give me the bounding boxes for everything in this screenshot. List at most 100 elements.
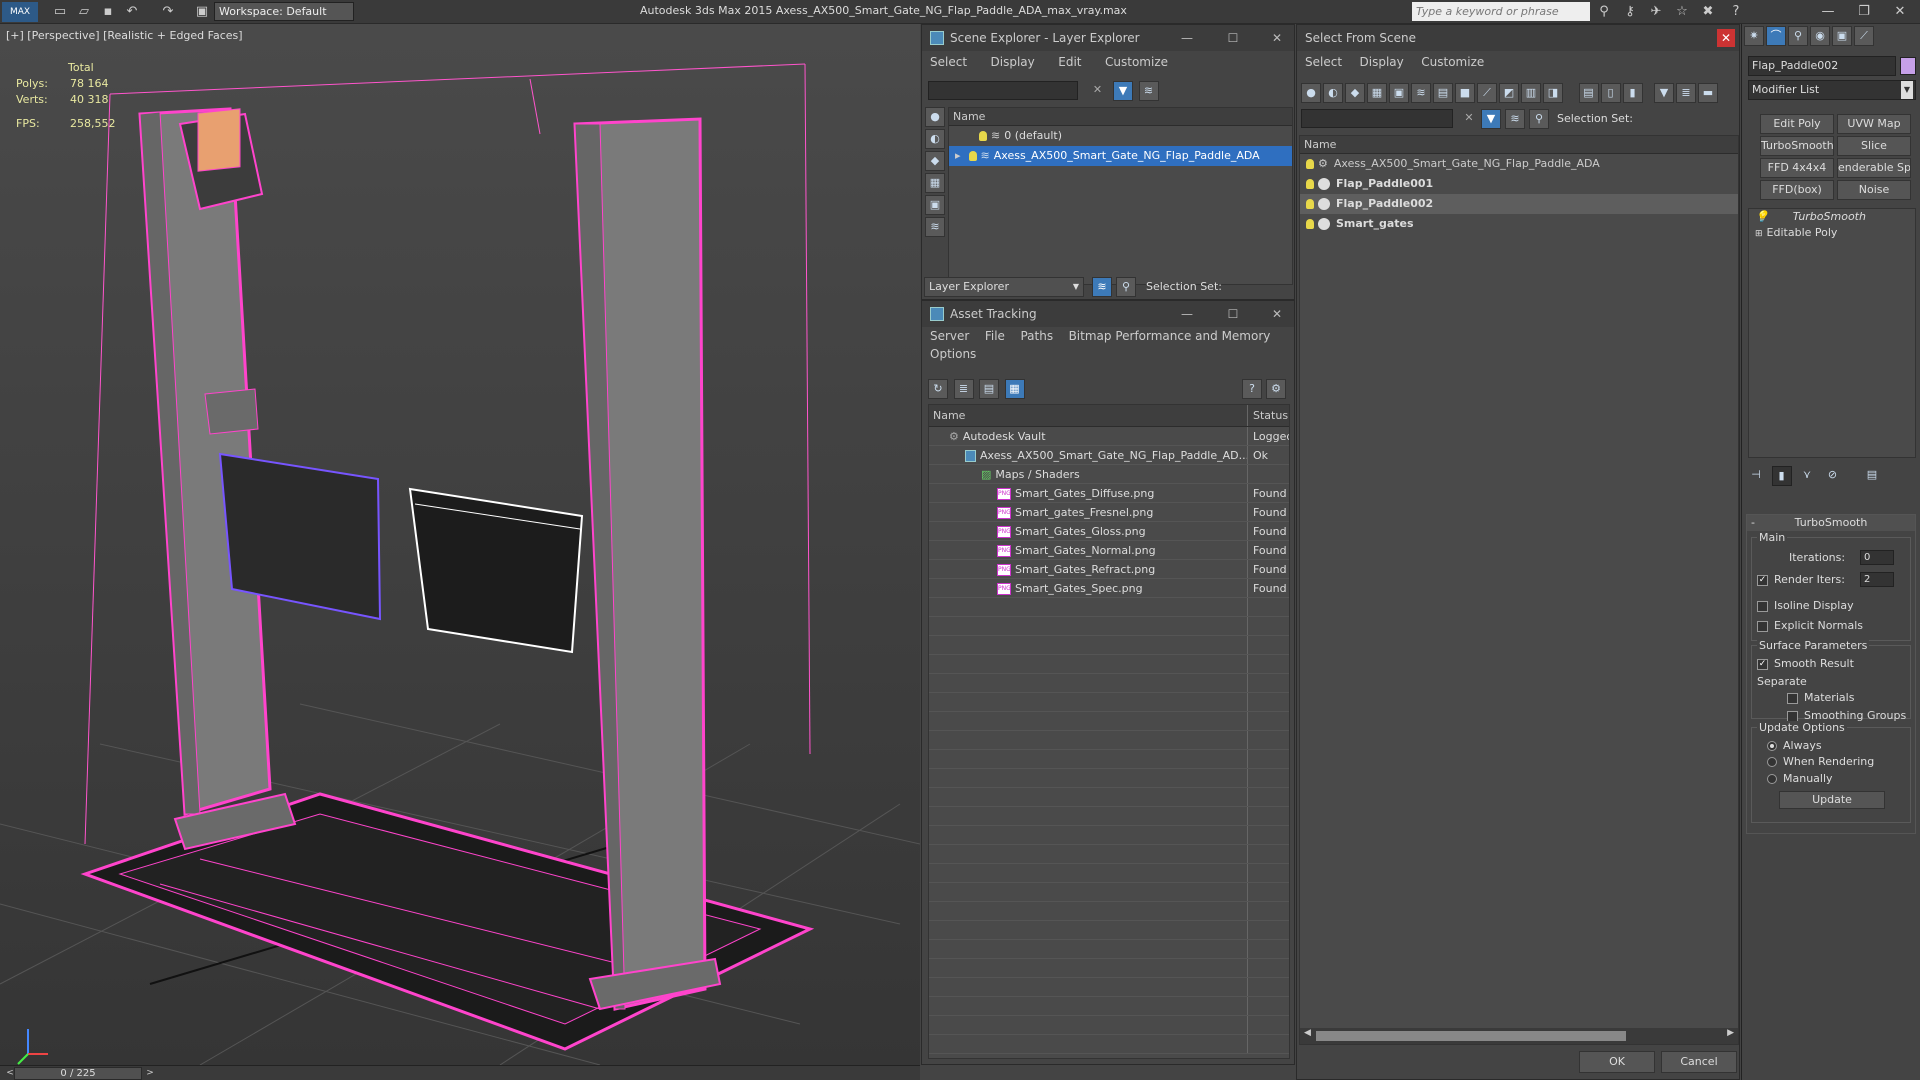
- update-button[interactable]: Update: [1779, 791, 1885, 809]
- renderable-spline-button[interactable]: enderable Splin: [1837, 158, 1911, 178]
- manually-radio[interactable]: [1767, 774, 1777, 784]
- scroll-left-icon[interactable]: ◀: [1304, 1028, 1311, 1038]
- binoculars-icon[interactable]: ⚲: [1594, 2, 1614, 22]
- display-shapes-icon[interactable]: ◐: [925, 129, 945, 149]
- select-none-icon[interactable]: ▯: [1600, 83, 1621, 103]
- materials-checkbox[interactable]: [1787, 692, 1798, 704]
- new-file-icon[interactable]: ▭: [50, 2, 70, 22]
- perspective-viewport[interactable]: [+] [Perspective] [Realistic + Edged Fac…: [0, 24, 920, 1065]
- filter-cameras-icon[interactable]: ▦: [1367, 83, 1387, 103]
- select-search-input[interactable]: [1301, 109, 1453, 128]
- layer-row-axess[interactable]: ▸ ≋ Axess_AX500_Smart_Gate_NG_Flap_Paddle_…: [949, 146, 1292, 166]
- smooth-result-row[interactable]: ✓ Smooth Result: [1757, 657, 1854, 670]
- render-iters-spinner[interactable]: 2: [1860, 572, 1894, 587]
- close-icon[interactable]: ✕: [1717, 29, 1735, 47]
- menu-display[interactable]: Display: [991, 55, 1035, 69]
- key-icon[interactable]: ⚷: [1620, 2, 1640, 22]
- menu-file[interactable]: File: [985, 329, 1005, 343]
- menu-select[interactable]: Select: [1305, 55, 1342, 69]
- scroll-right-icon[interactable]: ▶: [1727, 1028, 1734, 1038]
- explicit-normals-row[interactable]: Explicit Normals: [1757, 619, 1863, 632]
- explicit-normals-checkbox[interactable]: [1757, 620, 1768, 632]
- timeline-next-icon[interactable]: >: [140, 1063, 160, 1080]
- display-helpers-icon[interactable]: ▣: [925, 195, 945, 215]
- menu-select[interactable]: Select: [930, 55, 967, 69]
- list-view-icon[interactable]: ≣: [953, 379, 974, 399]
- layers-icon[interactable]: ≋: [1505, 109, 1525, 129]
- filter-helpers-icon[interactable]: ▣: [1389, 83, 1409, 103]
- redo-icon[interactable]: ↷: [158, 2, 178, 22]
- ffd-4x4x4-button[interactable]: FFD 4x4x4: [1760, 158, 1834, 178]
- asset-row[interactable]: PNG Smart_Gates_Diffuse.png Found: [929, 484, 1289, 503]
- object-row[interactable]: ⚙ Axess_AX500_Smart_Gate_NG_Flap_Paddle_A…: [1300, 154, 1738, 174]
- configure-sets-icon[interactable]: ▤: [1862, 466, 1882, 486]
- filter-geometry-icon[interactable]: ●: [1301, 83, 1321, 103]
- modify-tab-icon[interactable]: ⌒: [1766, 26, 1786, 46]
- show-end-result-icon[interactable]: ▮: [1771, 466, 1792, 486]
- layer-row-default[interactable]: ≋ 0 (default): [949, 126, 1292, 146]
- explorer-type-dropdown[interactable]: Layer Explorer ▼: [924, 277, 1084, 297]
- star-icon[interactable]: ☆: [1672, 2, 1692, 22]
- search-input[interactable]: Type a keyword or phrase: [1412, 2, 1590, 21]
- filter-containers-icon[interactable]: ◩: [1499, 83, 1519, 103]
- display-spacewarps-icon[interactable]: ≋: [925, 217, 945, 237]
- isoline-display-checkbox[interactable]: [1757, 600, 1768, 612]
- slice-button[interactable]: Slice: [1837, 136, 1911, 156]
- asset-row[interactable]: ⚙ Autodesk Vault Logged: [929, 427, 1289, 446]
- table-view-icon[interactable]: ▦: [1004, 379, 1025, 399]
- sync-selection-icon[interactable]: ≋: [1138, 81, 1159, 101]
- minimize-icon[interactable]: —: [1172, 25, 1202, 51]
- select-from-scene-title[interactable]: Select From Scene ✕: [1297, 25, 1739, 51]
- asset-row[interactable]: ▨ Maps / Shaders: [929, 465, 1289, 484]
- filter-shapes-icon[interactable]: ◐: [1323, 83, 1343, 103]
- workspace-dropdown[interactable]: Workspace: Default: [214, 2, 354, 21]
- menu-bitmap-performance[interactable]: Bitmap Performance and Memory: [1069, 329, 1271, 343]
- close-icon[interactable]: ✕: [1882, 0, 1918, 24]
- exchange-icon[interactable]: ✖: [1698, 2, 1718, 22]
- refresh-icon[interactable]: ↻: [928, 379, 948, 399]
- filter-icon[interactable]: ▼: [1481, 109, 1501, 129]
- menu-server[interactable]: Server: [930, 329, 969, 343]
- stack-item-editable-poly[interactable]: ⊞ Editable Poly: [1749, 225, 1915, 241]
- rollout-header[interactable]: - TurboSmooth: [1747, 515, 1915, 531]
- restore-icon[interactable]: ❐: [1846, 0, 1882, 24]
- menu-options[interactable]: Options: [930, 347, 976, 361]
- when-rendering-radio[interactable]: [1767, 757, 1777, 767]
- maximize-icon[interactable]: ☐: [1218, 301, 1248, 327]
- edit-poly-button[interactable]: Edit Poly: [1760, 114, 1834, 134]
- smooth-result-checkbox[interactable]: ✓: [1757, 658, 1768, 670]
- hierarchy-icon[interactable]: ≣: [1676, 83, 1696, 103]
- filter-funnel-icon[interactable]: ▼: [1654, 83, 1674, 103]
- hierarchy-icon[interactable]: ⚲: [1116, 277, 1136, 297]
- always-row[interactable]: Always: [1767, 739, 1822, 752]
- col-status[interactable]: Status: [1253, 405, 1288, 427]
- save-icon[interactable]: ▪: [98, 2, 118, 22]
- menu-customize[interactable]: Customize: [1421, 55, 1484, 69]
- filter-xrefs-icon[interactable]: ■: [1455, 83, 1475, 103]
- minimize-icon[interactable]: —: [1172, 301, 1202, 327]
- close-icon[interactable]: ✕: [1262, 301, 1292, 327]
- lightbulb-icon[interactable]: [968, 151, 977, 161]
- select-invert-icon[interactable]: ▮: [1622, 83, 1643, 103]
- display-cameras-icon[interactable]: ▦: [925, 173, 945, 193]
- lightbulb-icon[interactable]: 💡: [1755, 210, 1769, 223]
- layer-list-header[interactable]: Name: [949, 108, 1292, 126]
- time-slider[interactable]: 0 / 225: [14, 1067, 142, 1080]
- object-row[interactable]: Smart_gates: [1300, 214, 1738, 234]
- menu-edit[interactable]: Edit: [1058, 55, 1081, 69]
- when-rendering-row[interactable]: When Rendering: [1767, 755, 1874, 768]
- hierarchy-icon[interactable]: ⚲: [1529, 109, 1549, 129]
- ok-button[interactable]: OK: [1579, 1051, 1655, 1073]
- cancel-button[interactable]: Cancel: [1661, 1051, 1737, 1073]
- render-iters-row[interactable]: ✓ Render Iters:: [1757, 573, 1845, 586]
- asset-row[interactable]: PNG Smart_Gates_Normal.png Found: [929, 541, 1289, 560]
- create-tab-icon[interactable]: ✷: [1744, 26, 1764, 46]
- filter-frozen-icon[interactable]: ▥: [1521, 83, 1541, 103]
- clear-search-icon[interactable]: ✕: [1459, 109, 1479, 129]
- app-logo-icon[interactable]: MAX: [2, 2, 38, 22]
- isoline-display-row[interactable]: Isoline Display: [1757, 599, 1854, 612]
- manually-row[interactable]: Manually: [1767, 772, 1833, 785]
- object-color-swatch[interactable]: [1900, 57, 1916, 75]
- filter-groups-icon[interactable]: ▤: [1433, 83, 1453, 103]
- expand-plus-icon[interactable]: ⊞: [1755, 229, 1763, 239]
